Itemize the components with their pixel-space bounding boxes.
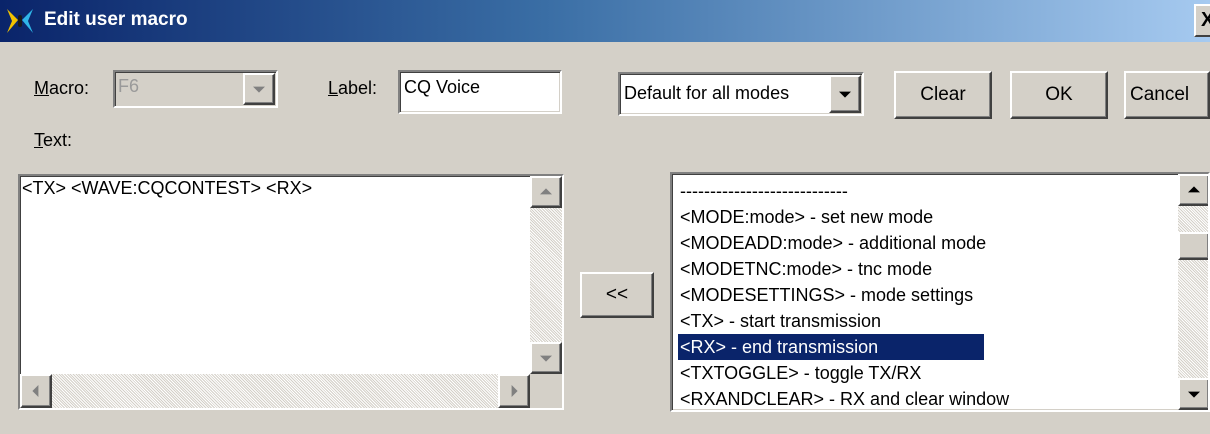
list-scroll-down-button[interactable] [1178,378,1208,410]
list-scroll-up-button[interactable] [1178,174,1208,206]
command-list-item[interactable]: <TX> - start transmission [678,308,984,334]
command-list-item[interactable]: <MODETNC:mode> - tnc mode [678,256,984,282]
text-scroll-down-button[interactable] [530,342,562,374]
chevron-down-icon [839,91,851,98]
command-list-item[interactable]: ---------------------------- [678,178,984,204]
command-list-item[interactable]: <RXANDCLEAR> - RX and clear window [678,386,1009,410]
mode-dropdown-button[interactable] [829,75,861,113]
ok-button[interactable]: OK [1010,71,1108,119]
app-butterfly-icon [7,9,33,33]
window-title: Edit user macro [44,9,188,30]
arrow-left-icon [32,385,39,397]
arrow-down-icon [540,355,552,362]
mode-select-value: Default for all modes [624,83,790,103]
text-scroll-up-button[interactable] [530,176,562,208]
label-input-value: CQ Voice [404,77,481,97]
title-bar[interactable]: Edit user macro X [0,0,1210,42]
clear-button[interactable]: Clear [894,71,992,119]
list-scroll-thumb[interactable] [1178,232,1208,260]
command-list-item[interactable]: <MODESETTINGS> - mode settings [678,282,984,308]
arrow-up-icon [1188,186,1200,193]
macro-select-value: F6 [118,76,140,96]
chevron-down-icon [253,86,265,93]
cancel-button[interactable]: Cancel [1124,71,1210,119]
command-list-item[interactable]: <RX> - end transmission [678,334,984,360]
mode-select[interactable]: Default for all modes [618,72,864,116]
macro-text-area[interactable]: <TX> <WAVE:CQCONTEST> <RX> [18,174,564,410]
macro-text-value: <TX> <WAVE:CQCONTEST> <RX> [22,178,313,198]
macro-label: Macro: [34,78,90,98]
label-input[interactable]: CQ Voice [398,70,562,114]
label-field-label: Label: [328,78,378,98]
macro-dropdown-button[interactable] [243,73,275,105]
arrow-down-icon [1188,391,1200,398]
list-vertical-scrollbar[interactable] [1178,174,1208,410]
text-scroll-right-button[interactable] [498,374,530,408]
arrow-right-icon [511,385,518,397]
text-horizontal-scrollbar[interactable] [20,374,530,408]
command-list-item[interactable]: <MODEADD:mode> - additional mode [678,230,986,256]
macro-select[interactable]: F6 [113,70,278,108]
command-list-item[interactable]: <TXTOGGLE> - toggle TX/RX [678,360,984,386]
close-button[interactable]: X [1194,4,1210,37]
text-label: Text: [34,130,73,150]
insert-command-button[interactable]: << [580,272,654,318]
text-scroll-left-button[interactable] [20,374,52,408]
command-list[interactable]: ---------------------------- <MODE:mode> … [670,172,1210,412]
command-list-item[interactable]: <MODE:mode> - set new mode [678,204,984,230]
arrow-up-icon [540,188,552,195]
scrollbar-corner [530,374,562,408]
